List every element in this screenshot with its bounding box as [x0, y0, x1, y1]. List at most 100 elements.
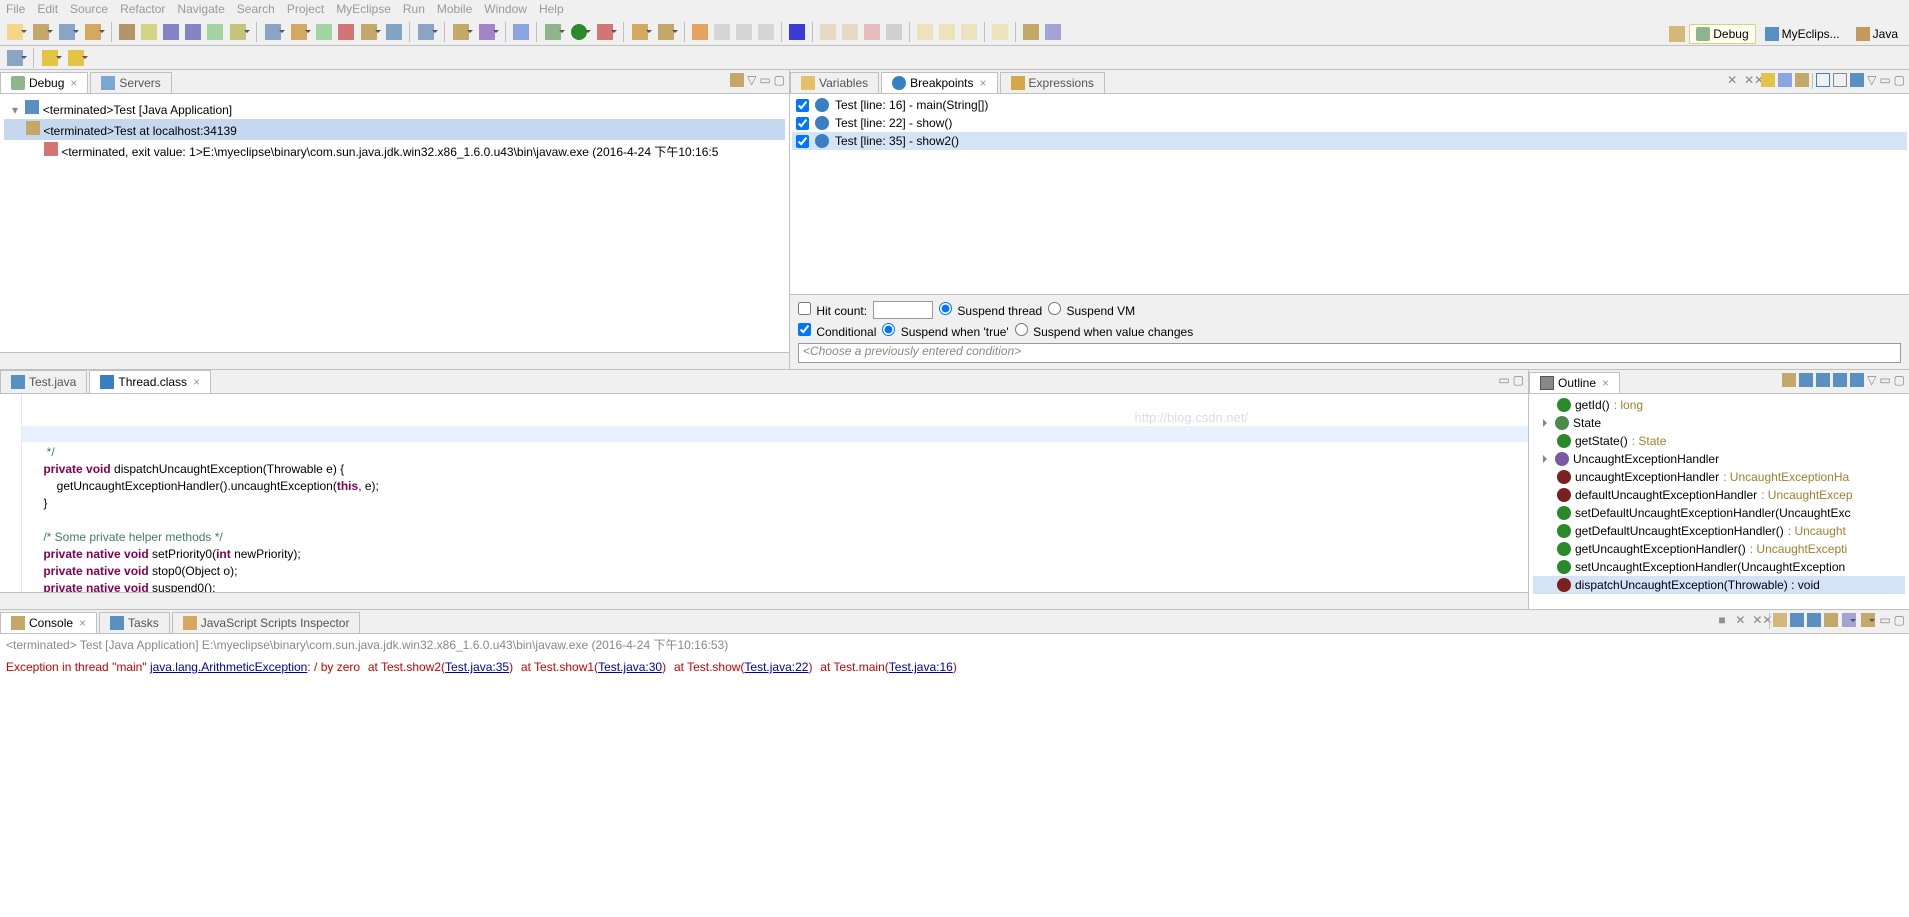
- toolbar-icon[interactable]: [758, 24, 774, 40]
- expand-arrow-icon[interactable]: ▾: [12, 103, 22, 117]
- suspend-thread-radio[interactable]: Suspend thread: [939, 302, 1042, 318]
- close-icon[interactable]: ×: [70, 76, 77, 90]
- menu-source[interactable]: Source: [70, 2, 108, 16]
- breakpoint-item[interactable]: Test [line: 35] - show2(): [792, 132, 1907, 150]
- step-into-icon[interactable]: [917, 24, 933, 40]
- step-over-icon[interactable]: [939, 24, 955, 40]
- menu-mobile[interactable]: Mobile: [437, 2, 472, 16]
- conditional-checkbox[interactable]: [798, 323, 811, 336]
- close-icon[interactable]: ×: [980, 76, 987, 90]
- new-dropdown-icon[interactable]: [5, 24, 27, 40]
- toolbar-icon[interactable]: [692, 24, 708, 40]
- filter-icon[interactable]: [1850, 373, 1864, 387]
- outline-item[interactable]: getUncaughtExceptionHandler() : Uncaught…: [1533, 540, 1905, 558]
- scrollbar-horizontal[interactable]: [0, 352, 789, 369]
- tab-js-inspector[interactable]: JavaScript Scripts Inspector: [172, 612, 361, 633]
- console-output[interactable]: Exception in thread "main" java.lang.Ari…: [0, 655, 1909, 917]
- menu-run[interactable]: Run: [403, 2, 425, 16]
- expand-icon[interactable]: [1543, 419, 1551, 427]
- when-true-radio[interactable]: Suspend when 'true': [882, 323, 1008, 339]
- menu-edit[interactable]: Edit: [37, 2, 58, 16]
- console-exception-link[interactable]: java.lang.ArithmeticException: [150, 660, 307, 674]
- outline-item[interactable]: getId() : long: [1533, 396, 1905, 414]
- menu-navigate[interactable]: Navigate: [177, 2, 224, 16]
- suspend-icon[interactable]: [842, 24, 858, 40]
- console-trace-link[interactable]: Test.java:16: [889, 660, 953, 674]
- when-changes-radio[interactable]: Suspend when value changes: [1015, 323, 1193, 339]
- java-perspective-button[interactable]: Java: [1849, 24, 1905, 44]
- console-trace-link[interactable]: Test.java:35: [445, 660, 509, 674]
- toolbar-icon[interactable]: [185, 24, 201, 40]
- resume-icon[interactable]: [820, 24, 836, 40]
- maximize-icon[interactable]: ▢: [1894, 373, 1905, 387]
- skip-breakpoints-icon[interactable]: [513, 24, 529, 40]
- minimize-icon[interactable]: ▭: [1879, 613, 1890, 629]
- toolbar-icon[interactable]: [207, 24, 223, 40]
- minimize-icon[interactable]: ▭: [1879, 373, 1890, 387]
- code-area[interactable]: http://blog.csdn.net/ */ private void di…: [22, 394, 1528, 592]
- expand-icon[interactable]: [1816, 73, 1830, 87]
- filter-icon[interactable]: [1833, 373, 1847, 387]
- outline-item[interactable]: dispatchUncaughtException(Throwable) : v…: [1533, 576, 1905, 594]
- breakpoint-item[interactable]: Test [line: 22] - show(): [792, 114, 1907, 132]
- condition-combo[interactable]: <Choose a previously entered condition>: [798, 343, 1901, 363]
- outline-item[interactable]: getState() : State: [1533, 432, 1905, 450]
- remove-icon[interactable]: ✕: [1727, 73, 1741, 87]
- view-icon[interactable]: [730, 73, 744, 87]
- breakpoint-item[interactable]: Test [line: 16] - main(String[]): [792, 96, 1907, 114]
- toolbar-icon[interactable]: [714, 24, 730, 40]
- run-dropdown-icon[interactable]: [569, 24, 591, 40]
- open-perspective-icon[interactable]: [1669, 26, 1685, 42]
- suspend-vm-radio[interactable]: Suspend VM: [1048, 302, 1135, 318]
- scroll-lock-icon[interactable]: [1790, 613, 1804, 627]
- menu-search[interactable]: Search: [237, 2, 275, 16]
- conditional-checkbox-label[interactable]: Conditional: [798, 323, 876, 339]
- collapse-icon[interactable]: [1833, 73, 1847, 87]
- view-menu-icon[interactable]: ▽: [747, 73, 756, 87]
- forward-dropdown-icon[interactable]: [66, 50, 88, 66]
- terminate-icon[interactable]: [864, 24, 880, 40]
- outline-item[interactable]: setDefaultUncaughtExceptionHandler(Uncau…: [1533, 504, 1905, 522]
- console-trace-link[interactable]: Test.java:22: [744, 660, 808, 674]
- tab-outline[interactable]: Outline ×: [1529, 372, 1620, 393]
- toolbar-icon[interactable]: [119, 24, 135, 40]
- menu-myeclipse[interactable]: MyEclipse: [336, 2, 391, 16]
- tab-servers[interactable]: Servers: [90, 72, 171, 93]
- close-icon[interactable]: ×: [1602, 376, 1609, 390]
- external-tools-icon[interactable]: [595, 24, 617, 40]
- toolbar-icon[interactable]: [736, 24, 752, 40]
- toolbar-icon[interactable]: [316, 24, 332, 40]
- console-trace-link[interactable]: Test.java:30: [598, 660, 662, 674]
- myeclipse-perspective-button[interactable]: MyEclips...: [1758, 24, 1847, 44]
- outline-item[interactable]: defaultUncaughtExceptionHandler : Uncaug…: [1533, 486, 1905, 504]
- toolbar-icon[interactable]: [289, 24, 311, 40]
- breakpoint-checkbox[interactable]: [796, 99, 809, 112]
- tab-expressions[interactable]: Expressions: [1000, 72, 1105, 93]
- close-icon[interactable]: ×: [193, 375, 200, 389]
- tab-thread-class[interactable]: Thread.class ×: [89, 370, 211, 393]
- toolbar-icon[interactable]: [163, 24, 179, 40]
- toolbar-icon[interactable]: [416, 24, 438, 40]
- minimize-icon[interactable]: ▭: [759, 73, 770, 87]
- toolbar-icon[interactable]: [5, 50, 27, 66]
- outline-item[interactable]: getDefaultUncaughtExceptionHandler() : U…: [1533, 522, 1905, 540]
- maximize-icon[interactable]: ▢: [1894, 73, 1905, 89]
- menu-window[interactable]: Window: [484, 2, 527, 16]
- minimize-icon[interactable]: ▭: [1879, 73, 1890, 89]
- toolbar-icon[interactable]: [57, 24, 79, 40]
- toolbar-icon[interactable]: [477, 24, 499, 40]
- view-menu-icon[interactable]: ▽: [1867, 373, 1876, 387]
- tab-test-java[interactable]: Test.java: [0, 370, 87, 393]
- save-dropdown-icon[interactable]: [31, 24, 53, 40]
- pin-icon[interactable]: [1807, 613, 1821, 627]
- skip-icon[interactable]: [1778, 73, 1792, 87]
- toolbar-icon[interactable]: [630, 24, 652, 40]
- menu-refactor[interactable]: Refactor: [120, 2, 165, 16]
- toolbar-icon[interactable]: [228, 24, 250, 40]
- tab-breakpoints[interactable]: Breakpoints ×: [881, 72, 997, 93]
- toolbar-icon[interactable]: [789, 24, 805, 40]
- view-menu-icon[interactable]: ▽: [1867, 73, 1876, 89]
- code-editor[interactable]: http://blog.csdn.net/ */ private void di…: [0, 394, 1528, 592]
- tab-tasks[interactable]: Tasks: [99, 612, 170, 633]
- toolbar-icon[interactable]: [386, 24, 402, 40]
